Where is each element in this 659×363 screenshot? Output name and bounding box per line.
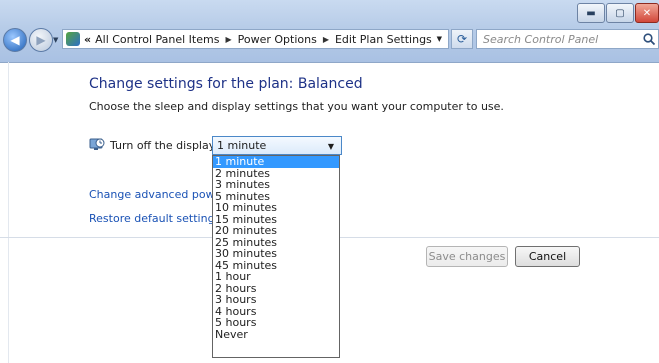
- option-item[interactable]: 1 hour: [213, 271, 339, 283]
- option-item[interactable]: 1 minute: [213, 156, 339, 168]
- left-pane-border: [8, 62, 9, 363]
- display-timeout-select[interactable]: 1 minute ▼: [212, 136, 342, 155]
- recent-pages-dropdown-icon[interactable]: ▼: [53, 36, 58, 44]
- forward-arrow-icon: ▶: [36, 33, 46, 47]
- monitor-clock-icon: [89, 138, 105, 150]
- forward-button[interactable]: ▶: [29, 28, 53, 52]
- chevron-down-icon: ▼: [327, 142, 334, 151]
- address-bar[interactable]: « All Control Panel Items ▶ Power Option…: [62, 29, 449, 49]
- option-item[interactable]: 20 minutes: [213, 225, 339, 237]
- option-item[interactable]: Never: [213, 328, 339, 341]
- breadcrumb-chevron-icon[interactable]: ▶: [323, 35, 329, 44]
- option-item[interactable]: 3 minutes: [213, 179, 339, 191]
- window-controls: ▬ ▢ ✕: [576, 3, 659, 23]
- display-timeout-value: 1 minute: [217, 139, 267, 152]
- control-panel-icon: [66, 32, 80, 46]
- option-item[interactable]: 3 hours: [213, 294, 339, 306]
- refresh-icon: ⟳: [456, 32, 468, 46]
- search-input[interactable]: Search Control Panel: [476, 29, 659, 49]
- display-timeout-options: 1 minute 2 minutes 3 minutes 5 minutes 1…: [212, 155, 340, 358]
- maximize-button[interactable]: ▢: [606, 3, 634, 23]
- navigation-bar: ◀ ▶ ▼ « All Control Panel Items ▶ Power …: [0, 27, 659, 53]
- close-button[interactable]: ✕: [635, 3, 659, 23]
- breadcrumb-edit-plan[interactable]: Edit Plan Settings: [335, 33, 432, 46]
- refresh-button[interactable]: ⟳: [451, 29, 473, 49]
- breadcrumb-chevron-icon[interactable]: ▶: [225, 35, 231, 44]
- display-timeout-label: Turn off the display:: [110, 139, 219, 152]
- breadcrumb-overflow[interactable]: «: [84, 33, 91, 46]
- address-dropdown-icon[interactable]: ▼: [437, 35, 442, 43]
- back-button[interactable]: ◀: [3, 28, 27, 52]
- window-chrome: ▬ ▢ ✕ ◀ ▶ ▼ « All Control Panel Items ▶ …: [0, 0, 659, 63]
- page-description: Choose the sleep and display settings th…: [89, 100, 504, 113]
- search-placeholder: Search Control Panel: [483, 32, 599, 46]
- option-item[interactable]: 30 minutes: [213, 248, 339, 260]
- breadcrumb-control-panel[interactable]: All Control Panel Items: [95, 33, 219, 46]
- breadcrumb-power-options[interactable]: Power Options: [238, 33, 317, 46]
- save-changes-button[interactable]: Save changes: [426, 246, 508, 267]
- cancel-button[interactable]: Cancel: [515, 246, 580, 267]
- page-title: Change settings for the plan: Balanced: [89, 76, 363, 92]
- back-arrow-icon: ◀: [10, 33, 20, 47]
- option-item[interactable]: 5 hours: [213, 317, 339, 329]
- option-item[interactable]: 10 minutes: [213, 202, 339, 214]
- minimize-button[interactable]: ▬: [577, 3, 605, 23]
- search-icon[interactable]: [642, 32, 656, 46]
